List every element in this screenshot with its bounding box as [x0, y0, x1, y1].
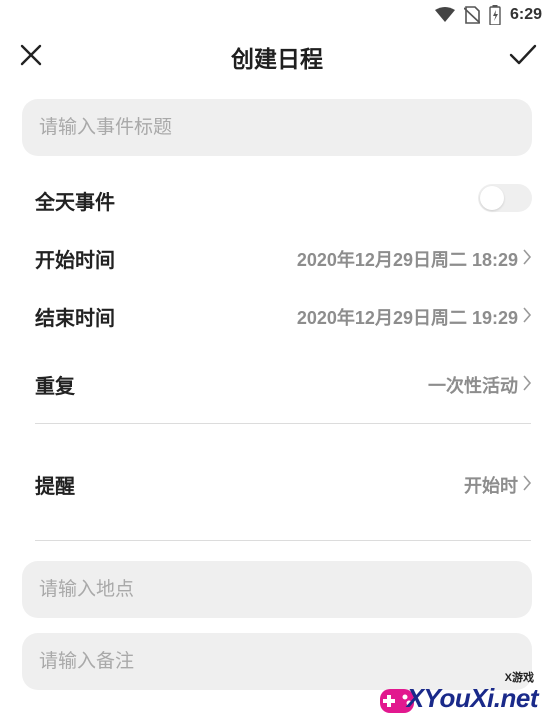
- status-time: 6:29: [509, 6, 542, 23]
- watermark-brand: XYouXi.net: [406, 683, 539, 713]
- check-icon[interactable]: [508, 42, 538, 68]
- end-time-row[interactable]: 结束时间 2020年12月29日周二 19:29: [0, 294, 554, 334]
- start-time-label: 开始时间: [35, 250, 115, 272]
- repeat-row[interactable]: 重复 一次性活动: [0, 362, 554, 402]
- event-title-input[interactable]: [22, 99, 532, 156]
- all-day-toggle[interactable]: [478, 184, 532, 212]
- location-input[interactable]: [22, 561, 532, 618]
- divider: [35, 423, 531, 424]
- chevron-right-icon: [523, 475, 532, 491]
- chevron-right-icon: [523, 307, 532, 323]
- page-title: 创建日程: [231, 46, 323, 72]
- chevron-right-icon: [523, 249, 532, 265]
- toggle-knob: [480, 186, 504, 210]
- no-sim-icon: [463, 6, 480, 24]
- watermark: X游戏 XYouXi.net: [376, 667, 546, 723]
- all-day-label: 全天事件: [35, 192, 115, 214]
- battery-icon: [489, 5, 501, 25]
- reminder-label: 提醒: [35, 476, 75, 498]
- end-time-value: 2020年12月29日周二 19:29: [296, 308, 518, 328]
- chevron-right-icon: [523, 375, 532, 391]
- repeat-value: 一次性活动: [428, 376, 518, 396]
- reminder-row[interactable]: 提醒 开始时: [0, 462, 554, 502]
- wifi-icon: [434, 7, 455, 22]
- end-time-label: 结束时间: [35, 308, 115, 330]
- repeat-label: 重复: [35, 376, 75, 398]
- top-bar: 创建日程: [0, 32, 554, 78]
- status-icons: 6:29: [434, 5, 542, 25]
- reminder-value: 开始时: [464, 476, 518, 496]
- start-time-row[interactable]: 开始时间 2020年12月29日周二 18:29: [0, 236, 554, 276]
- start-time-value: 2020年12月29日周二 18:29: [296, 250, 518, 270]
- all-day-row: 全天事件: [0, 178, 554, 218]
- status-bar: 6:29: [0, 0, 554, 30]
- divider: [35, 540, 531, 541]
